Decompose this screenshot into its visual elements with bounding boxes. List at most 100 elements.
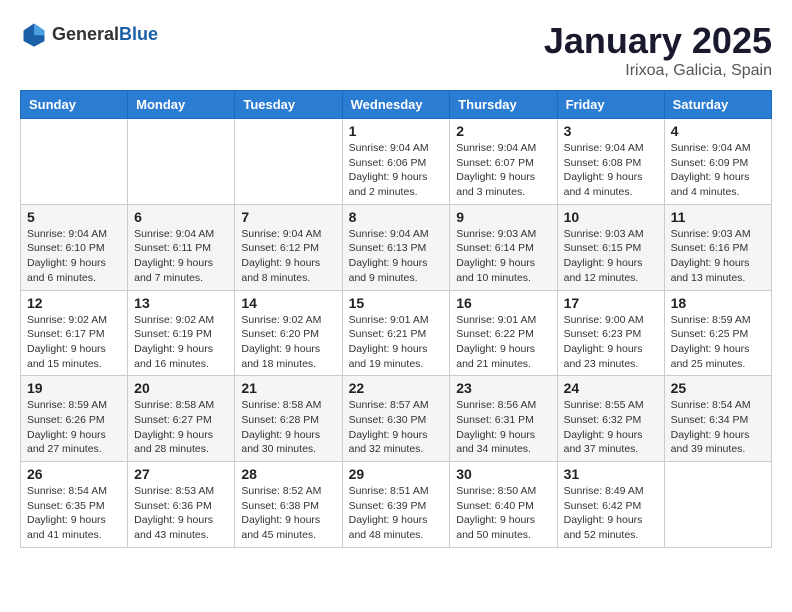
calendar-cell: 14 Sunrise: 9:02 AM Sunset: 6:20 PM Dayli… bbox=[235, 290, 342, 376]
calendar: SundayMondayTuesdayWednesdayThursdayFrid… bbox=[20, 90, 772, 548]
day-number: 28 bbox=[241, 466, 335, 482]
calendar-cell: 5 Sunrise: 9:04 AM Sunset: 6:10 PM Daylig… bbox=[21, 204, 128, 290]
calendar-cell bbox=[128, 119, 235, 205]
calendar-cell: 26 Sunrise: 8:54 AM Sunset: 6:35 PM Dayli… bbox=[21, 462, 128, 548]
day-number: 3 bbox=[564, 123, 658, 139]
day-number: 17 bbox=[564, 295, 658, 311]
day-info: Sunrise: 8:51 AM Sunset: 6:39 PM Dayligh… bbox=[349, 484, 444, 543]
day-number: 22 bbox=[349, 380, 444, 396]
calendar-cell: 13 Sunrise: 9:02 AM Sunset: 6:19 PM Dayli… bbox=[128, 290, 235, 376]
day-number: 7 bbox=[241, 209, 335, 225]
header: GeneralBlue January 2025 Irixoa, Galicia… bbox=[20, 20, 772, 80]
day-info: Sunrise: 8:54 AM Sunset: 6:34 PM Dayligh… bbox=[671, 398, 765, 457]
day-number: 9 bbox=[456, 209, 550, 225]
day-info: Sunrise: 9:04 AM Sunset: 6:08 PM Dayligh… bbox=[564, 141, 658, 200]
day-number: 31 bbox=[564, 466, 658, 482]
calendar-cell: 30 Sunrise: 8:50 AM Sunset: 6:40 PM Dayli… bbox=[450, 462, 557, 548]
day-info: Sunrise: 8:49 AM Sunset: 6:42 PM Dayligh… bbox=[564, 484, 658, 543]
calendar-cell: 11 Sunrise: 9:03 AM Sunset: 6:16 PM Dayli… bbox=[664, 204, 771, 290]
day-info: Sunrise: 9:00 AM Sunset: 6:23 PM Dayligh… bbox=[564, 313, 658, 372]
day-info: Sunrise: 8:53 AM Sunset: 6:36 PM Dayligh… bbox=[134, 484, 228, 543]
weekday-header-tuesday: Tuesday bbox=[235, 91, 342, 119]
day-number: 6 bbox=[134, 209, 228, 225]
day-info: Sunrise: 8:58 AM Sunset: 6:28 PM Dayligh… bbox=[241, 398, 335, 457]
calendar-cell: 15 Sunrise: 9:01 AM Sunset: 6:21 PM Dayli… bbox=[342, 290, 450, 376]
calendar-week-row: 12Sunrise: 9:02 AM Sunset: 6:17 PM Dayli… bbox=[21, 290, 772, 376]
weekday-header-friday: Friday bbox=[557, 91, 664, 119]
day-info: Sunrise: 9:03 AM Sunset: 6:16 PM Dayligh… bbox=[671, 227, 765, 286]
day-info: Sunrise: 8:52 AM Sunset: 6:38 PM Dayligh… bbox=[241, 484, 335, 543]
day-number: 27 bbox=[134, 466, 228, 482]
calendar-cell: 19 Sunrise: 8:59 AM Sunset: 6:26 PM Dayli… bbox=[21, 376, 128, 462]
day-number: 15 bbox=[349, 295, 444, 311]
logo-icon bbox=[20, 20, 48, 48]
month-title: January 2025 bbox=[544, 20, 772, 62]
calendar-week-row: 26 Sunrise: 8:54 AM Sunset: 6:35 PM Dayli… bbox=[21, 462, 772, 548]
day-info: Sunrise: 9:03 AM Sunset: 6:14 PM Dayligh… bbox=[456, 227, 550, 286]
day-number: 14 bbox=[241, 295, 335, 311]
day-info: Sunrise: 9:04 AM Sunset: 6:10 PM Dayligh… bbox=[27, 227, 121, 286]
day-info: Sunrise: 8:59 AM Sunset: 6:25 PM Dayligh… bbox=[671, 313, 765, 372]
day-info: Sunrise: 9:04 AM Sunset: 6:06 PM Dayligh… bbox=[349, 141, 444, 200]
weekday-header-row: SundayMondayTuesdayWednesdayThursdayFrid… bbox=[21, 91, 772, 119]
day-number: 11 bbox=[671, 209, 765, 225]
day-info: Sunrise: 9:04 AM Sunset: 6:09 PM Dayligh… bbox=[671, 141, 765, 200]
location-title: Irixoa, Galicia, Spain bbox=[544, 62, 772, 80]
calendar-week-row: 1 Sunrise: 9:04 AM Sunset: 6:06 PM Daylig… bbox=[21, 119, 772, 205]
day-number: 1 bbox=[349, 123, 444, 139]
calendar-cell: 27 Sunrise: 8:53 AM Sunset: 6:36 PM Dayli… bbox=[128, 462, 235, 548]
day-number: 20 bbox=[134, 380, 228, 396]
day-info: Sunrise: 9:01 AM Sunset: 6:21 PM Dayligh… bbox=[349, 313, 444, 372]
day-info: Sunrise: 8:56 AM Sunset: 6:31 PM Dayligh… bbox=[456, 398, 550, 457]
day-info: Sunrise: 9:04 AM Sunset: 6:12 PM Dayligh… bbox=[241, 227, 335, 286]
logo-text-general: General bbox=[52, 24, 119, 44]
calendar-cell bbox=[664, 462, 771, 548]
day-number: 23 bbox=[456, 380, 550, 396]
calendar-cell: 18Sunrise: 8:59 AM Sunset: 6:25 PM Dayli… bbox=[664, 290, 771, 376]
day-info: Sunrise: 8:59 AM Sunset: 6:26 PM Dayligh… bbox=[27, 398, 121, 457]
day-number: 13 bbox=[134, 295, 228, 311]
title-area: January 2025 Irixoa, Galicia, Spain bbox=[544, 20, 772, 80]
calendar-cell: 9 Sunrise: 9:03 AM Sunset: 6:14 PM Daylig… bbox=[450, 204, 557, 290]
weekday-header-saturday: Saturday bbox=[664, 91, 771, 119]
calendar-cell: 6 Sunrise: 9:04 AM Sunset: 6:11 PM Daylig… bbox=[128, 204, 235, 290]
logo: GeneralBlue bbox=[20, 20, 158, 48]
calendar-cell: 16Sunrise: 9:01 AM Sunset: 6:22 PM Dayli… bbox=[450, 290, 557, 376]
day-info: Sunrise: 9:04 AM Sunset: 6:13 PM Dayligh… bbox=[349, 227, 444, 286]
calendar-cell: 2Sunrise: 9:04 AM Sunset: 6:07 PM Daylig… bbox=[450, 119, 557, 205]
day-info: Sunrise: 8:50 AM Sunset: 6:40 PM Dayligh… bbox=[456, 484, 550, 543]
calendar-cell: 23 Sunrise: 8:56 AM Sunset: 6:31 PM Dayli… bbox=[450, 376, 557, 462]
day-info: Sunrise: 8:55 AM Sunset: 6:32 PM Dayligh… bbox=[564, 398, 658, 457]
weekday-header-thursday: Thursday bbox=[450, 91, 557, 119]
day-info: Sunrise: 9:02 AM Sunset: 6:20 PM Dayligh… bbox=[241, 313, 335, 372]
day-info: Sunrise: 8:57 AM Sunset: 6:30 PM Dayligh… bbox=[349, 398, 444, 457]
day-info: Sunrise: 8:54 AM Sunset: 6:35 PM Dayligh… bbox=[27, 484, 121, 543]
day-info: Sunrise: 9:04 AM Sunset: 6:11 PM Dayligh… bbox=[134, 227, 228, 286]
calendar-cell: 8 Sunrise: 9:04 AM Sunset: 6:13 PM Daylig… bbox=[342, 204, 450, 290]
day-number: 4 bbox=[671, 123, 765, 139]
calendar-cell bbox=[235, 119, 342, 205]
calendar-cell: 28 Sunrise: 8:52 AM Sunset: 6:38 PM Dayli… bbox=[235, 462, 342, 548]
day-number: 12 bbox=[27, 295, 121, 311]
day-number: 25 bbox=[671, 380, 765, 396]
calendar-cell: 17 Sunrise: 9:00 AM Sunset: 6:23 PM Dayli… bbox=[557, 290, 664, 376]
calendar-cell: 4 Sunrise: 9:04 AM Sunset: 6:09 PM Daylig… bbox=[664, 119, 771, 205]
day-number: 10 bbox=[564, 209, 658, 225]
calendar-cell bbox=[21, 119, 128, 205]
day-number: 5 bbox=[27, 209, 121, 225]
calendar-cell: 29Sunrise: 8:51 AM Sunset: 6:39 PM Dayli… bbox=[342, 462, 450, 548]
day-info: Sunrise: 9:04 AM Sunset: 6:07 PM Dayligh… bbox=[456, 141, 550, 200]
calendar-cell: 20 Sunrise: 8:58 AM Sunset: 6:27 PM Dayli… bbox=[128, 376, 235, 462]
day-number: 26 bbox=[27, 466, 121, 482]
weekday-header-wednesday: Wednesday bbox=[342, 91, 450, 119]
day-number: 24 bbox=[564, 380, 658, 396]
day-number: 30 bbox=[456, 466, 550, 482]
calendar-cell: 10 Sunrise: 9:03 AM Sunset: 6:15 PM Dayli… bbox=[557, 204, 664, 290]
day-number: 8 bbox=[349, 209, 444, 225]
day-number: 21 bbox=[241, 380, 335, 396]
day-number: 19 bbox=[27, 380, 121, 396]
day-info: Sunrise: 9:03 AM Sunset: 6:15 PM Dayligh… bbox=[564, 227, 658, 286]
day-info: Sunrise: 9:02 AM Sunset: 6:19 PM Dayligh… bbox=[134, 313, 228, 372]
day-info: Sunrise: 8:58 AM Sunset: 6:27 PM Dayligh… bbox=[134, 398, 228, 457]
calendar-cell: 3 Sunrise: 9:04 AM Sunset: 6:08 PM Daylig… bbox=[557, 119, 664, 205]
